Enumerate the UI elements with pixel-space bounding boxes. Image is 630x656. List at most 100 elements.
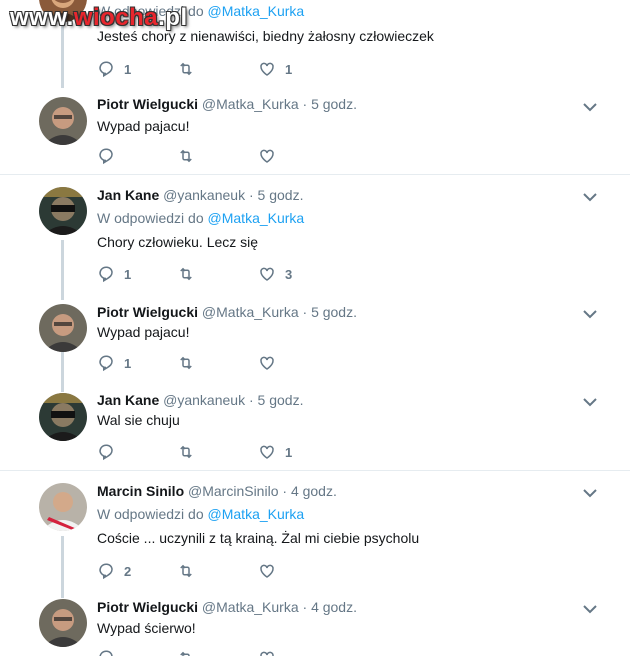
- like-button[interactable]: [258, 353, 285, 373]
- avatar[interactable]: [39, 483, 87, 531]
- retweet-button[interactable]: [177, 353, 204, 373]
- reply-context: W odpowiedzi do @Matka_Kurka: [97, 506, 304, 522]
- chevron-down-icon[interactable]: [583, 102, 597, 112]
- tweet[interactable]: Piotr Wielgucki @Matka_Kurka · 4 godz. W…: [0, 590, 630, 656]
- like-icon: [260, 267, 274, 281]
- like-icon: [260, 62, 274, 76]
- reply-button[interactable]: [97, 442, 124, 462]
- tweet-header: Piotr Wielgucki @Matka_Kurka · 5 godz.: [97, 304, 357, 320]
- timestamp[interactable]: 5 godz.: [311, 304, 357, 320]
- reply-button[interactable]: [97, 648, 124, 656]
- retweet-button[interactable]: [177, 146, 204, 166]
- chevron-down-icon[interactable]: [583, 397, 597, 407]
- author-name[interactable]: Marcin Sinilo: [97, 483, 184, 499]
- author-handle[interactable]: @Matka_Kurka: [202, 304, 299, 320]
- reply-prefix: W odpowiedzi do: [97, 210, 204, 226]
- separator-dot: ·: [302, 599, 308, 615]
- tweet[interactable]: Jan Kane @yankaneuk · 5 godz. Wal sie ch…: [0, 384, 630, 470]
- reply-mention-link[interactable]: @Matka_Kurka: [208, 506, 305, 522]
- reply-button[interactable]: 1: [97, 264, 131, 284]
- separator-dot: ·: [302, 96, 308, 112]
- like-icon: [260, 356, 274, 370]
- reply-icon: [99, 355, 113, 372]
- tweet[interactable]: Piotr Wielgucki @Matka_Kurka · 5 godz. W…: [0, 88, 630, 174]
- avatar[interactable]: [39, 304, 87, 352]
- author-name[interactable]: Piotr Wielgucki: [97, 96, 198, 112]
- tweet[interactable]: Marcin Sinilo @MarcinSinilo · 4 godz. W …: [0, 471, 630, 587]
- separator-dot: ·: [248, 187, 254, 203]
- separator-dot: ·: [302, 304, 308, 320]
- author-handle[interactable]: @yankaneuk: [163, 187, 245, 203]
- reply-count: 1: [124, 355, 132, 371]
- like-button[interactable]: 1: [258, 442, 292, 462]
- tweet-actions: 1: [97, 442, 397, 462]
- tweet-text: Wal sie chuju: [97, 412, 180, 428]
- reply-icon: [99, 650, 113, 656]
- retweet-icon: [180, 356, 192, 370]
- watermark-suffix: .pl: [158, 4, 188, 31]
- author-handle[interactable]: @Matka_Kurka: [202, 96, 299, 112]
- retweet-icon: [180, 149, 192, 163]
- retweet-button[interactable]: [177, 59, 204, 79]
- retweet-button[interactable]: [177, 561, 204, 581]
- author-handle[interactable]: @yankaneuk: [163, 392, 245, 408]
- author-handle[interactable]: @Matka_Kurka: [202, 599, 299, 615]
- retweet-icon: [180, 564, 192, 578]
- author-handle[interactable]: @MarcinSinilo: [188, 483, 278, 499]
- author-name[interactable]: Piotr Wielgucki: [97, 599, 198, 615]
- reply-button[interactable]: [97, 146, 124, 166]
- timestamp[interactable]: 5 godz.: [311, 96, 357, 112]
- like-button[interactable]: [258, 561, 285, 581]
- like-count: 1: [285, 444, 293, 460]
- tweet-text: Chory człowieku. Lecz się: [97, 234, 259, 250]
- retweet-button[interactable]: [177, 264, 204, 284]
- timestamp[interactable]: 4 godz.: [291, 483, 337, 499]
- retweet-icon: [180, 62, 192, 76]
- author-name[interactable]: Jan Kane: [97, 392, 159, 408]
- timestamp[interactable]: 4 godz.: [311, 599, 357, 615]
- tweet-text: Wypad pajacu!: [97, 118, 190, 134]
- tweet-header: Jan Kane @yankaneuk · 5 godz.: [97, 187, 303, 203]
- tweet-header: Piotr Wielgucki @Matka_Kurka · 4 godz.: [97, 599, 357, 615]
- chevron-down-icon[interactable]: [583, 604, 597, 614]
- avatar[interactable]: [39, 393, 87, 441]
- like-button[interactable]: [258, 146, 285, 166]
- avatar[interactable]: [39, 599, 87, 647]
- tweet-actions: 1 1: [97, 59, 397, 79]
- chevron-down-icon[interactable]: [583, 192, 597, 202]
- chevron-down-icon[interactable]: [583, 309, 597, 319]
- like-count: 1: [285, 61, 293, 77]
- like-count: 3: [285, 266, 293, 282]
- tweet-header: Piotr Wielgucki @Matka_Kurka · 5 godz.: [97, 96, 357, 112]
- avatar[interactable]: [39, 187, 87, 235]
- reply-count: 1: [124, 61, 132, 77]
- reply-button[interactable]: 2: [97, 561, 131, 581]
- like-button[interactable]: 3: [258, 264, 292, 284]
- retweet-icon: [180, 267, 192, 281]
- like-button[interactable]: [258, 648, 285, 656]
- like-icon: [260, 564, 274, 578]
- timestamp[interactable]: 5 godz.: [258, 187, 304, 203]
- watermark-prefix: www.: [10, 4, 74, 31]
- like-button[interactable]: 1: [258, 59, 292, 79]
- tweet[interactable]: Piotr Wielgucki @Matka_Kurka · 5 godz. W…: [0, 296, 630, 384]
- chevron-down-icon[interactable]: [583, 488, 597, 498]
- reply-mention-link[interactable]: @Matka_Kurka: [208, 3, 305, 19]
- author-name[interactable]: Piotr Wielgucki: [97, 304, 198, 320]
- tweet-actions: [97, 146, 397, 166]
- avatar[interactable]: [39, 97, 87, 145]
- retweet-button[interactable]: [177, 442, 204, 462]
- tweet-header: Marcin Sinilo @MarcinSinilo · 4 godz.: [97, 483, 337, 499]
- retweet-button[interactable]: [177, 648, 204, 656]
- separator-dot: ·: [248, 392, 254, 408]
- tweet-actions: 1: [97, 353, 397, 373]
- author-name[interactable]: Jan Kane: [97, 187, 159, 203]
- reply-button[interactable]: 1: [97, 59, 131, 79]
- reply-icon: [99, 444, 113, 461]
- reply-mention-link[interactable]: @Matka_Kurka: [208, 210, 305, 226]
- timestamp[interactable]: 5 godz.: [258, 392, 304, 408]
- tweet-actions: 1 3: [97, 264, 397, 284]
- tweet[interactable]: Jan Kane @yankaneuk · 5 godz. W odpowied…: [0, 175, 630, 288]
- tweet-header: Jan Kane @yankaneuk · 5 godz.: [97, 392, 303, 408]
- reply-button[interactable]: 1: [97, 353, 131, 373]
